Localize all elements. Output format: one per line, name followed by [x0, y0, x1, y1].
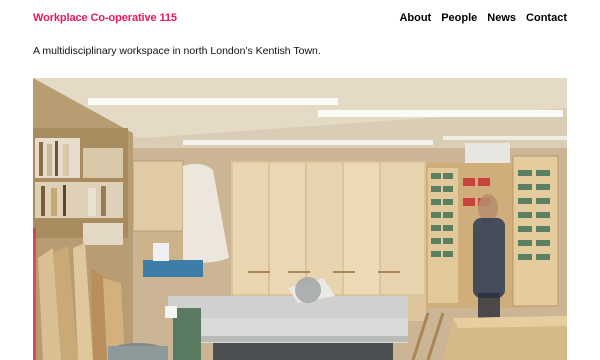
site-tagline: A multidisciplinary workspace in north L… — [33, 45, 321, 57]
site-logo-link[interactable]: Workplace Co-operative 115 — [33, 12, 177, 24]
nav-news-link[interactable]: News — [487, 12, 516, 24]
nav-people-link[interactable]: People — [441, 12, 477, 24]
nav-contact-link[interactable]: Contact — [526, 12, 567, 24]
workshop-illustration — [33, 78, 567, 360]
site-header: Workplace Co-operative 115 About People … — [33, 12, 567, 28]
nav-about-link[interactable]: About — [399, 12, 431, 24]
hero-image — [33, 78, 567, 360]
main-nav: About People News Contact — [399, 12, 567, 24]
